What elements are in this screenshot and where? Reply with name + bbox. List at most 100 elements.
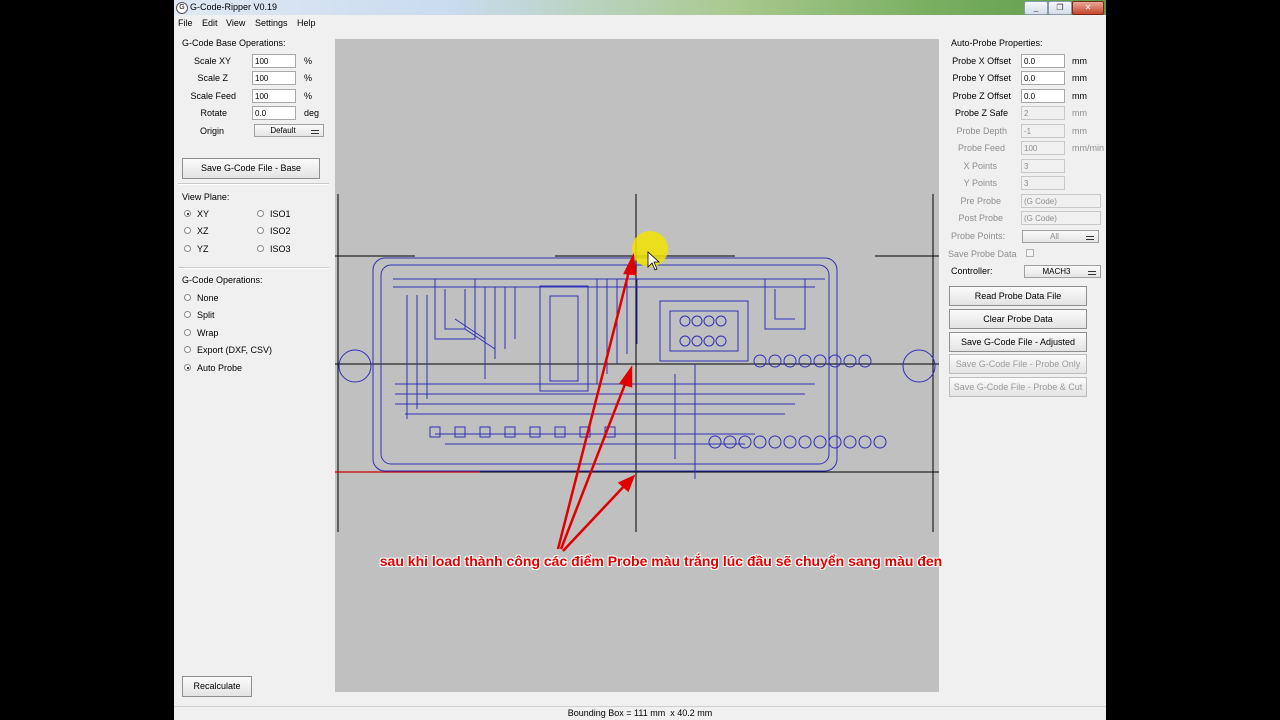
save-probe-data-label: Save Probe Data: [948, 249, 1017, 259]
gcode-canvas[interactable]: sau khi load thành công các điểm Probe m…: [335, 39, 942, 692]
x-points-label: X Points: [963, 161, 997, 171]
radio-wrap-label: Wrap: [197, 328, 219, 338]
separator: [178, 267, 329, 269]
radio-xz-label: XZ: [197, 226, 209, 236]
pre-probe-label: Pre Probe: [960, 196, 1001, 206]
radio-split-label: Split: [197, 310, 215, 320]
probe-z-safe-input[interactable]: 2: [1021, 106, 1065, 120]
radio-yz[interactable]: [184, 245, 191, 252]
radio-iso3[interactable]: [257, 245, 264, 252]
origin-value: Default: [270, 126, 296, 135]
probe-x-offset-input[interactable]: 0.0: [1021, 54, 1065, 68]
origin-dropdown[interactable]: Default: [254, 124, 324, 137]
dropdown-icon: [311, 130, 319, 134]
probe-z-offset-input[interactable]: 0.0: [1021, 89, 1065, 103]
probe-z-offset-unit: mm: [1072, 91, 1087, 101]
controller-dropdown[interactable]: MACH3: [1024, 265, 1101, 278]
post-probe-input[interactable]: (G Code): [1021, 211, 1101, 225]
scale-z-unit: %: [304, 73, 313, 83]
probe-x-offset-label: Probe X Offset: [952, 56, 1011, 66]
window-title: G-Code-Ripper V0.19: [190, 2, 278, 12]
menu-help[interactable]: Help: [297, 18, 316, 28]
probe-depth-input[interactable]: -1: [1021, 124, 1065, 138]
radio-yz-label: YZ: [197, 244, 209, 254]
clear-probe-data-button[interactable]: Clear Probe Data: [949, 309, 1087, 329]
rotate-input[interactable]: 0.0: [252, 106, 296, 120]
probe-feed-input[interactable]: 100: [1021, 141, 1065, 155]
y-points-input[interactable]: 3: [1021, 176, 1065, 190]
controller-label: Controller:: [951, 266, 993, 276]
app-window: G G-Code-Ripper V0.19 _ ❐ ✕ File Edit Vi…: [174, 0, 1106, 720]
toolpath-plot: [335, 194, 939, 552]
probe-y-offset-input[interactable]: 0.0: [1021, 71, 1065, 85]
radio-split[interactable]: [184, 311, 191, 318]
probe-z-offset-label: Probe Z Offset: [952, 91, 1011, 101]
radio-iso2-label: ISO2: [270, 226, 291, 236]
radio-export-label: Export (DXF, CSV): [197, 345, 273, 355]
probe-y-offset-label: Probe Y Offset: [952, 73, 1011, 83]
separator: [178, 183, 329, 185]
dropdown-icon: [1086, 236, 1094, 240]
auto-probe-heading: Auto-Probe Properties:: [951, 38, 1043, 48]
probe-z-safe-unit: mm: [1072, 108, 1087, 118]
scale-z-input[interactable]: 100: [252, 71, 296, 85]
save-probe-data-checkbox[interactable]: [1026, 249, 1034, 257]
read-probe-data-button[interactable]: Read Probe Data File: [949, 286, 1087, 306]
radio-none[interactable]: [184, 294, 191, 301]
pre-probe-input[interactable]: (G Code): [1021, 194, 1101, 208]
save-gcode-probe-only-button[interactable]: Save G-Code File - Probe Only: [949, 354, 1087, 374]
menu-view[interactable]: View: [226, 18, 245, 28]
radio-iso3-label: ISO3: [270, 244, 291, 254]
maximize-button[interactable]: ❐: [1048, 1, 1072, 15]
probe-points-dropdown[interactable]: All: [1022, 230, 1099, 243]
radio-iso1[interactable]: [257, 210, 264, 217]
close-button[interactable]: ✕: [1072, 1, 1104, 15]
probe-depth-unit: mm: [1072, 126, 1087, 136]
scale-xy-label: Scale XY: [193, 56, 231, 66]
radio-xz[interactable]: [184, 227, 191, 234]
save-gcode-adjusted-button[interactable]: Save G-Code File - Adjusted: [949, 332, 1087, 352]
status-bar: Bounding Box = 111 mm x 40.2 mm: [174, 706, 1106, 720]
probe-points-value: All: [1050, 232, 1059, 241]
origin-label: Origin: [199, 126, 224, 136]
radio-xy-label: XY: [197, 209, 210, 219]
radio-xy[interactable]: [184, 210, 191, 217]
pcb-pads: [429, 315, 887, 449]
annotation-text: sau khi load thành công các điểm Probe m…: [379, 553, 943, 569]
scale-feed-input[interactable]: 100: [252, 89, 296, 103]
title-bar: G G-Code-Ripper V0.19 _ ❐ ✕: [174, 0, 1106, 15]
minimize-button[interactable]: _: [1024, 1, 1048, 15]
app-icon: G: [176, 2, 188, 14]
base-ops-heading: G-Code Base Operations:: [182, 38, 286, 48]
scale-xy-unit: %: [304, 56, 313, 66]
menu-settings[interactable]: Settings: [255, 18, 288, 28]
y-points-label: Y Points: [963, 178, 997, 188]
menu-edit[interactable]: Edit: [202, 18, 218, 28]
probe-y-offset-unit: mm: [1072, 73, 1087, 83]
probe-feed-unit: mm/min: [1072, 143, 1104, 153]
post-probe-label: Post Probe: [958, 213, 1003, 223]
scale-feed-unit: %: [304, 91, 313, 101]
save-gcode-probe-cut-button[interactable]: Save G-Code File - Probe & Cut: [949, 377, 1087, 397]
radio-iso2[interactable]: [257, 227, 264, 234]
scale-xy-input[interactable]: 100: [252, 54, 296, 68]
probe-z-safe-label: Probe Z Safe: [954, 108, 1008, 118]
scale-feed-label: Scale Feed: [190, 91, 236, 101]
probe-feed-label: Probe Feed: [957, 143, 1005, 153]
x-points-input[interactable]: 3: [1021, 159, 1065, 173]
save-gcode-base-button[interactable]: Save G-Code File - Base: [182, 158, 320, 179]
menu-bar: File Edit View Settings Help: [174, 15, 1106, 31]
radio-iso1-label: ISO1: [270, 209, 291, 219]
radio-export[interactable]: [184, 346, 191, 353]
view-plane-heading: View Plane:: [182, 192, 230, 202]
rotate-label: Rotate: [200, 108, 227, 118]
menu-file[interactable]: File: [178, 18, 193, 28]
radio-none-label: None: [197, 293, 219, 303]
radio-auto-probe[interactable]: [184, 364, 191, 371]
controller-value: MACH3: [1042, 267, 1071, 276]
scale-z-label: Scale Z: [197, 73, 228, 83]
recalculate-button[interactable]: Recalculate: [182, 676, 252, 697]
gcode-ops-heading: G-Code Operations:: [182, 275, 263, 285]
probe-x-offset-unit: mm: [1072, 56, 1087, 66]
radio-wrap[interactable]: [184, 329, 191, 336]
